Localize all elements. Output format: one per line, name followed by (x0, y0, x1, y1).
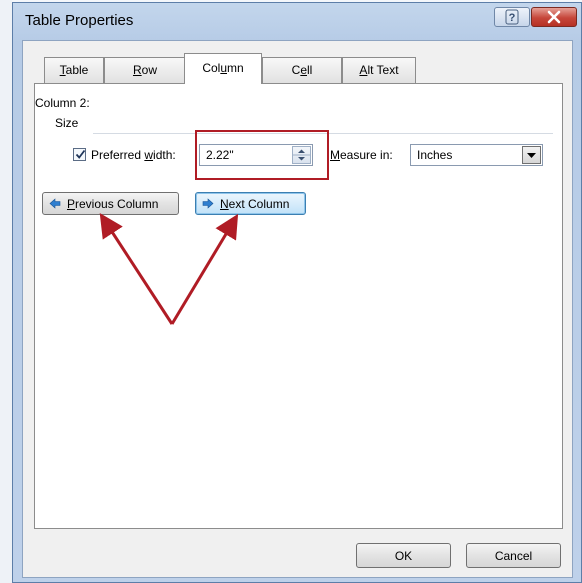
tab-row[interactable]: Row (104, 57, 186, 83)
table-properties-dialog: Table Properties ? Table Row Column Cell (12, 2, 582, 583)
measure-in-dropdown[interactable]: Inches (410, 144, 543, 166)
annotation-arrow-to-previous (99, 212, 174, 325)
tab-column[interactable]: Column (184, 53, 262, 84)
checkmark-icon (75, 149, 86, 159)
left-arrow-icon (49, 198, 61, 209)
cancel-label: Cancel (494, 549, 533, 563)
close-x-icon (547, 10, 561, 24)
title-bar: Table Properties ? (13, 3, 581, 39)
close-button[interactable] (531, 7, 577, 27)
chevron-down-icon (527, 153, 536, 158)
preferred-width-spinner[interactable]: 2.22" (199, 144, 313, 166)
svg-text:?: ? (509, 12, 516, 24)
question-mark-icon: ? (505, 9, 519, 25)
dialog-title: Table Properties (25, 12, 134, 29)
size-group-label: Size (55, 116, 79, 130)
preferred-width-value: 2.22" (206, 148, 234, 162)
spin-up-down-icon (293, 149, 310, 161)
dropdown-button[interactable] (522, 146, 541, 164)
size-group-divider (93, 133, 553, 134)
previous-column-label: Previous Column (67, 197, 159, 211)
dialog-client-area: Table Row Column Cell Alt Text Column 2:… (22, 40, 573, 578)
previous-column-button[interactable]: Previous Column (42, 192, 179, 215)
next-column-label: Next Column (220, 197, 290, 211)
spin-buttons[interactable] (292, 146, 311, 164)
measure-in-value: Inches (417, 148, 453, 162)
column-heading: Column 2: (35, 96, 90, 110)
measure-in-label: Measure in: (330, 148, 393, 162)
help-button[interactable]: ? (494, 7, 530, 27)
ok-button[interactable]: OK (356, 543, 451, 568)
right-arrow-icon (202, 198, 214, 209)
tab-cell[interactable]: Cell (262, 57, 342, 83)
annotation-arrow-to-next (170, 213, 239, 325)
background-edge (0, 0, 12, 583)
ok-label: OK (394, 549, 413, 563)
tab-table[interactable]: Table (44, 57, 104, 83)
next-column-button[interactable]: Next Column (195, 192, 306, 215)
preferred-width-checkbox[interactable] (73, 148, 86, 161)
column-tab-panel: Column 2: Size Preferred width: 2.22" Me… (34, 83, 563, 529)
cancel-button[interactable]: Cancel (466, 543, 561, 568)
preferred-width-label: Preferred width: (91, 148, 176, 162)
tab-alt-text[interactable]: Alt Text (342, 57, 416, 83)
